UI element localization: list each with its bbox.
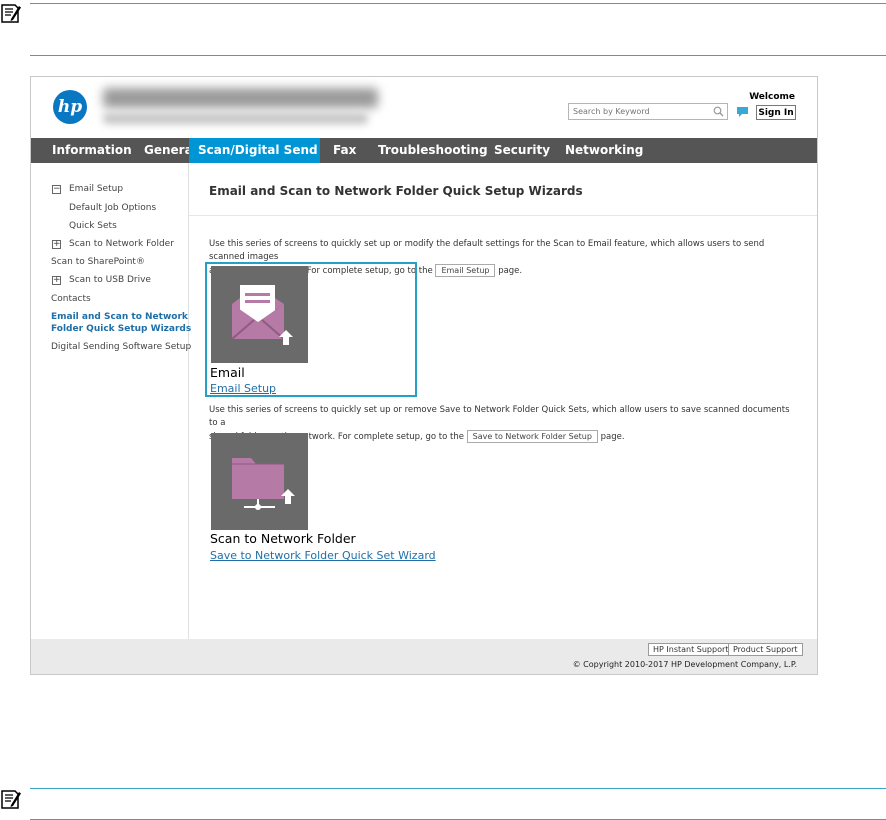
sidebar-item-quick-setup-wizards-line2[interactable]: Folder Quick Setup Wizards xyxy=(51,323,191,335)
sidebar: − Email Setup Default Job Options Quick … xyxy=(31,163,191,639)
sidebar-item-default-job-options[interactable]: Default Job Options xyxy=(69,202,156,214)
expand-icon[interactable]: + xyxy=(52,240,61,249)
product-support-button[interactable]: Product Support xyxy=(728,643,803,656)
footer: HP Instant Support Product Support © Cop… xyxy=(31,639,817,674)
blurred-device-subtitle xyxy=(103,113,368,124)
email-setup-page-button[interactable]: Email Setup xyxy=(435,264,496,277)
nav-information[interactable]: Information xyxy=(52,138,132,163)
sidebar-item-email-setup[interactable]: Email Setup xyxy=(69,183,123,195)
title-divider xyxy=(189,215,817,216)
main-content: Email and Scan to Network Folder Quick S… xyxy=(189,163,817,639)
nav-scan-digital-send[interactable]: Scan/Digital Send xyxy=(189,138,320,163)
nav-troubleshooting[interactable]: Troubleshooting xyxy=(378,138,488,163)
hp-instant-support-button[interactable]: HP Instant Support xyxy=(648,643,734,656)
nav-fax[interactable]: Fax xyxy=(333,138,356,163)
network-folder-card-title: Scan to Network Folder xyxy=(210,531,356,546)
note-top-rule xyxy=(30,3,886,4)
sidebar-item-scan-to-network-folder[interactable]: Scan to Network Folder xyxy=(69,238,174,250)
search-box[interactable] xyxy=(568,103,728,120)
note-bottom-rule xyxy=(30,55,886,56)
page-title: Email and Scan to Network Folder Quick S… xyxy=(209,184,583,198)
header: hp Welcome Sign In xyxy=(31,77,817,138)
main-nav: Information General Scan/Digital Send Fa… xyxy=(31,138,817,163)
expand-icon[interactable]: + xyxy=(52,276,61,285)
sidebar-item-quick-setup-wizards[interactable]: Email and Scan to Network xyxy=(51,311,188,323)
chat-icon[interactable] xyxy=(736,106,749,118)
copyright-text: © Copyright 2010-2017 HP Development Com… xyxy=(572,660,797,669)
note-icon xyxy=(1,4,21,23)
email-highlight-callout xyxy=(205,262,417,397)
search-icon[interactable] xyxy=(713,106,724,117)
search-input[interactable] xyxy=(573,105,711,118)
network-folder-icon xyxy=(232,458,295,510)
note-icon xyxy=(1,790,21,809)
network-folder-wizard-tile[interactable] xyxy=(211,433,308,530)
sidebar-item-scan-to-sharepoint[interactable]: Scan to SharePoint® xyxy=(51,256,145,268)
sign-in-button[interactable]: Sign In xyxy=(756,105,796,120)
save-to-network-folder-wizard-link[interactable]: Save to Network Folder Quick Set Wizard xyxy=(210,549,436,562)
save-to-network-folder-setup-button[interactable]: Save to Network Folder Setup xyxy=(466,430,598,443)
blurred-device-name xyxy=(103,88,378,108)
note-top-rule xyxy=(30,788,886,789)
sidebar-item-contacts[interactable]: Contacts xyxy=(51,293,91,305)
nav-networking[interactable]: Networking xyxy=(565,138,643,163)
nav-security[interactable]: Security xyxy=(494,138,550,163)
sidebar-item-quick-sets[interactable]: Quick Sets xyxy=(69,220,117,232)
welcome-text: Welcome xyxy=(749,92,795,102)
ews-screenshot: hp Welcome Sign In Information General S… xyxy=(30,76,818,675)
collapse-icon[interactable]: − xyxy=(52,185,61,194)
sidebar-item-scan-to-usb-drive[interactable]: Scan to USB Drive xyxy=(69,274,151,286)
hp-logo: hp xyxy=(53,90,87,124)
sidebar-item-digital-sending-software-setup[interactable]: Digital Sending Software Setup xyxy=(51,341,191,353)
